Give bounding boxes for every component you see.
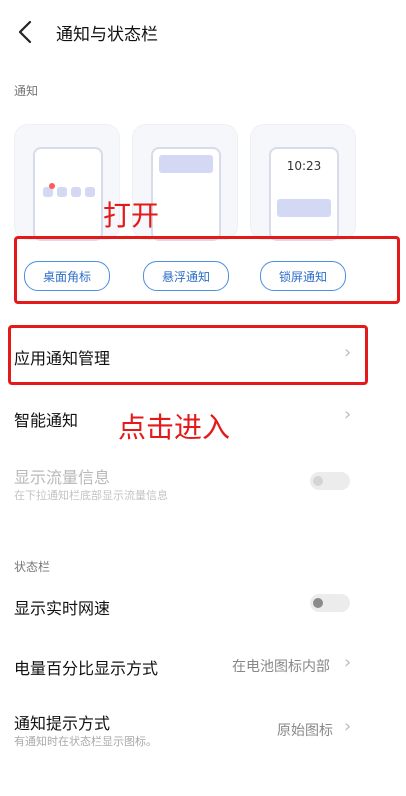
chevron-right-icon: ›: [344, 404, 352, 425]
row-notify-style[interactable]: 通知提示方式 有通知时在状态栏显示图标。 原始图标 ›: [14, 700, 394, 752]
app-icon-shape: [71, 187, 81, 197]
page-title: 通知与状态栏: [56, 25, 158, 45]
row-subtitle: 有通知时在状态栏显示图标。: [14, 735, 157, 748]
row-app-notifications[interactable]: 应用通知管理 ›: [14, 330, 394, 378]
row-title: 应用通知管理: [14, 349, 111, 368]
row-title: 电量百分比显示方式: [14, 659, 159, 678]
traffic-toggle[interactable]: [310, 472, 350, 490]
lockscreen-time: 10:23: [286, 159, 322, 173]
annotation-enter-text: 点击进入: [118, 411, 231, 444]
row-value: 原始图标: [277, 723, 333, 739]
phone-illustration: [33, 147, 103, 241]
chevron-right-icon: ›: [344, 716, 352, 737]
app-icon-shape: [85, 187, 95, 197]
back-arrow-icon[interactable]: [14, 18, 38, 46]
row-battery-percent[interactable]: 电量百分比显示方式 在电池图标内部 ›: [14, 640, 394, 688]
row-subtitle: 在下拉通知栏底部显示流量信息: [14, 489, 168, 502]
row-title: 显示实时网速: [14, 599, 111, 618]
phone-illustration: 10:23: [269, 147, 339, 241]
realtime-speed-toggle[interactable]: [310, 594, 350, 612]
desktop-badge-button[interactable]: 桌面角标: [24, 261, 110, 291]
floating-banner-shape: [159, 155, 213, 173]
lockscreen-banner-shape: [277, 199, 331, 217]
toggle-knob: [313, 476, 323, 486]
annotation-open-text: 打开: [103, 199, 160, 232]
chevron-right-icon: ›: [344, 342, 352, 363]
row-title: 智能通知: [14, 411, 79, 430]
app-icon-shape: [57, 187, 67, 197]
section-label-status-bar: 状态栏: [14, 560, 51, 574]
floating-notification-button[interactable]: 悬浮通知: [143, 261, 229, 291]
toggle-knob: [313, 598, 323, 608]
row-realtime-speed[interactable]: 显示实时网速: [14, 580, 394, 628]
lockscreen-notification-button[interactable]: 锁屏通知: [260, 261, 346, 291]
section-label-notification: 通知: [14, 84, 39, 98]
preview-card-lockscreen: 10:23: [250, 124, 356, 241]
chevron-right-icon: ›: [344, 652, 352, 673]
row-show-traffic[interactable]: 显示流量信息 在下拉通知栏底部显示流量信息: [14, 458, 394, 506]
phone-illustration: [151, 147, 221, 241]
row-title: 显示流量信息: [14, 468, 111, 487]
row-value: 在电池图标内部: [232, 659, 330, 675]
badge-dot-icon: [49, 183, 55, 189]
row-title: 通知提示方式: [14, 714, 111, 733]
